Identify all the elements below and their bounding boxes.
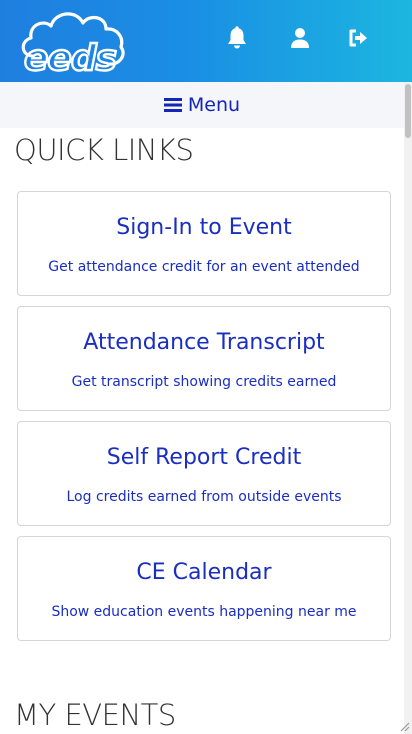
card-title: Attendance Transcript xyxy=(83,330,325,355)
logout-button[interactable] xyxy=(346,25,372,51)
card-title: CE Calendar xyxy=(136,560,272,585)
card-description: Log credits earned from outside events xyxy=(66,489,342,505)
bars-icon xyxy=(163,98,182,112)
resize-grip-icon[interactable] xyxy=(398,720,410,732)
logo-wordmark: eeds xyxy=(24,38,117,78)
card-description: Show education events happening near me xyxy=(51,604,357,620)
card-description: Get attendance credit for an event atten… xyxy=(48,259,360,275)
quick-link-attendance-transcript[interactable]: Attendance Transcript Get transcript sho… xyxy=(17,306,391,411)
scrollbar-track[interactable] xyxy=(404,82,412,734)
user-icon xyxy=(291,28,309,48)
menu-label: Menu xyxy=(187,94,241,116)
bell-icon xyxy=(228,26,246,49)
notifications-button[interactable] xyxy=(224,25,250,51)
card-title: Sign-In to Event xyxy=(116,215,292,240)
quick-link-self-report-credit[interactable]: Self Report Credit Log credits earned fr… xyxy=(17,421,391,526)
quick-link-ce-calendar[interactable]: CE Calendar Show education events happen… xyxy=(17,536,391,641)
sign-out-icon xyxy=(349,29,367,47)
my-events-heading: MY EVENTS xyxy=(14,698,176,732)
app-header: eeds xyxy=(0,0,412,82)
scrollbar-thumb[interactable] xyxy=(405,84,411,138)
quick-links-heading: QUICK LINKS xyxy=(14,133,194,167)
quick-link-sign-in-to-event[interactable]: Sign-In to Event Get attendance credit f… xyxy=(17,191,391,296)
profile-button[interactable] xyxy=(287,25,313,51)
menu-toggle[interactable]: Menu xyxy=(0,82,404,128)
card-title: Self Report Credit xyxy=(106,445,302,470)
card-description: Get transcript showing credits earned xyxy=(71,374,337,390)
eeds-logo[interactable]: eeds xyxy=(18,6,126,78)
